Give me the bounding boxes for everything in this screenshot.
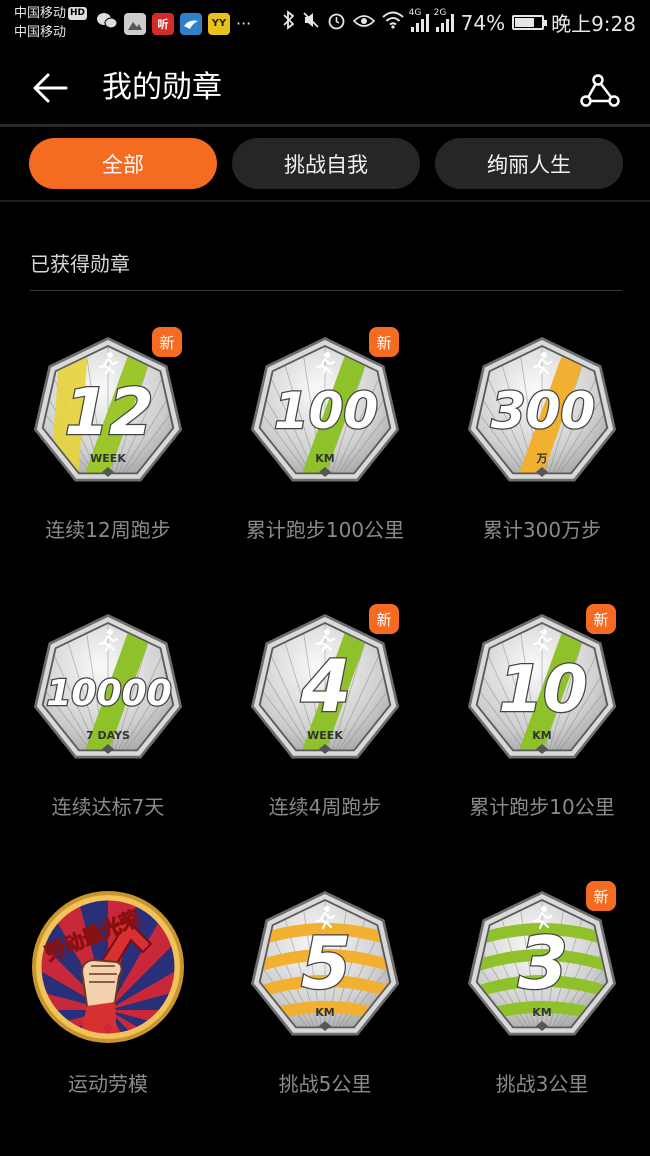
medal-item[interactable]: 3 KM 新挑战3公里: [434, 872, 650, 1132]
medal-number: 5: [301, 921, 351, 1005]
tab-brilliant-life[interactable]: 绚丽人生: [435, 138, 623, 189]
medal-number: 10: [498, 653, 587, 727]
carrier-info: 中国移动 HD 中国移动: [14, 4, 88, 42]
medal-number: 100: [274, 382, 378, 440]
medal-number: 4: [300, 644, 351, 728]
bluetooth-icon: [282, 10, 295, 35]
medal-graphic: 100 KM: [250, 337, 400, 482]
arrow-left-icon: [33, 73, 68, 103]
mute-icon: [302, 11, 320, 34]
gallery-icon: [124, 12, 146, 35]
medal-unit: KM: [532, 729, 551, 742]
medal-item[interactable]: 劳动最光荣 运动劳模: [0, 872, 216, 1132]
battery-percent: 74%: [460, 10, 506, 35]
medal-item[interactable]: 10000 7 DAYS 连续达标7天: [0, 595, 216, 855]
medal-unit: WEEK: [307, 729, 343, 742]
medal-graphic: 3 KM: [467, 891, 617, 1036]
medal-item[interactable]: 100 KM 新累计跑步100公里: [217, 318, 433, 578]
medal-item[interactable]: 5 KM 挑战5公里: [217, 872, 433, 1132]
notification-icons: 听 YY ···: [96, 11, 251, 36]
page-title: 我的勋章: [102, 70, 222, 105]
medal-label: 连续达标7天: [51, 795, 165, 819]
medal-label: 连续12周跑步: [45, 518, 171, 542]
medal-graphic: 12 WEEK: [33, 337, 183, 482]
medal-label: 累计300万步: [482, 518, 602, 542]
medal-unit: 万: [536, 452, 548, 465]
battery-icon: [512, 15, 548, 30]
medal-unit: KM: [315, 1006, 334, 1019]
medal-item[interactable]: 300 万 累计300万步: [434, 318, 650, 578]
wechat-icon: [96, 11, 118, 36]
new-badge: 新: [369, 604, 399, 634]
share-button[interactable]: [578, 70, 622, 110]
bird-icon: [180, 12, 202, 35]
carrier-2: 中国移动: [14, 25, 67, 40]
tab-challenge-self[interactable]: 挑战自我: [232, 138, 420, 189]
medal-number: 12: [64, 376, 153, 450]
ting-icon: 听: [152, 12, 174, 35]
medal-item[interactable]: 12 WEEK 新连续12周跑步: [0, 318, 216, 578]
alarm-icon: [327, 11, 346, 35]
filter-tabs: 全部 挑战自我 绚丽人生: [29, 138, 623, 189]
medal-unit: KM: [315, 452, 334, 465]
signal-4g-icon: 4G: [409, 8, 429, 32]
medal-item[interactable]: 4 WEEK 新连续4周跑步: [217, 595, 433, 855]
medal-label: 挑战5公里: [278, 1072, 372, 1096]
medal-laborer-graphic: 劳动最光荣: [32, 891, 184, 1043]
medal-unit: KM: [532, 1006, 551, 1019]
system-status: 4G 2G 74% 晚上9:28: [282, 8, 636, 37]
medal-graphic: 5 KM: [250, 891, 400, 1036]
hd-badge: HD: [68, 7, 88, 20]
medal-graphic: 10000 7 DAYS: [33, 614, 183, 759]
share-icon: [580, 74, 620, 107]
eye-comfort-icon: [352, 13, 375, 33]
medal-unit: 7 DAYS: [86, 729, 130, 742]
medal-unit: WEEK: [90, 452, 126, 465]
medal-label: 挑战3公里: [495, 1072, 589, 1096]
section-divider: [30, 290, 622, 291]
status-bar: 中国移动 HD 中国移动 听 YY ··· 4G 2G 74% 晚上9:28: [0, 0, 650, 48]
medal-graphic: 300 万: [467, 337, 617, 482]
app-header: 我的勋章: [0, 50, 650, 124]
medal-label: 连续4周跑步: [268, 795, 382, 819]
new-badge: 新: [586, 881, 616, 911]
wifi-icon: [381, 11, 404, 34]
medal-number: 3: [518, 921, 568, 1005]
medal-label: 累计跑步10公里: [469, 795, 615, 819]
clock: 晚上9:28: [551, 12, 636, 36]
section-title: 已获得勋章: [30, 252, 130, 276]
tabs-divider: [0, 200, 650, 202]
medal-label: 运动劳模: [68, 1072, 148, 1096]
new-badge: 新: [586, 604, 616, 634]
medal-number: 300: [491, 382, 595, 440]
signal-2g-icon: 2G: [434, 8, 454, 32]
new-badge: 新: [152, 327, 182, 357]
carrier-1: 中国移动: [14, 6, 67, 21]
tab-all[interactable]: 全部: [29, 138, 217, 189]
medal-number: 10000: [46, 673, 171, 714]
medal-item[interactable]: 10 KM 新累计跑步10公里: [434, 595, 650, 855]
medal-graphic: 10 KM: [467, 614, 617, 759]
new-badge: 新: [369, 327, 399, 357]
yy-icon: YY: [208, 12, 230, 35]
more-notifications-icon: ···: [236, 14, 252, 33]
header-divider: [0, 124, 650, 127]
medal-graphic: 4 WEEK: [250, 614, 400, 759]
back-button[interactable]: [28, 68, 72, 108]
medal-label: 累计跑步100公里: [245, 518, 405, 542]
